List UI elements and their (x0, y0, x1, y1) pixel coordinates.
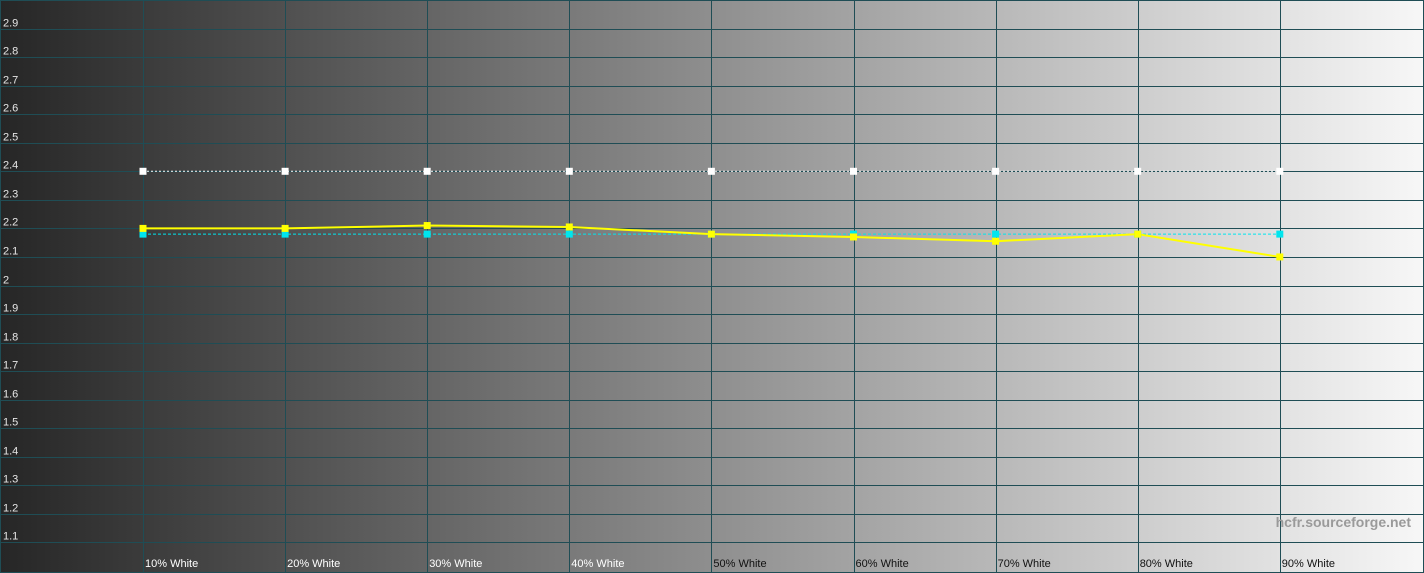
y-tick-label: 1.6 (3, 389, 18, 401)
y-tick-label: 1.5 (3, 417, 18, 429)
y-tick-label: 2.7 (3, 75, 18, 87)
series-marker (423, 167, 431, 175)
series-marker (707, 167, 715, 175)
series-marker (423, 222, 431, 230)
series-marker (423, 230, 431, 238)
y-tick-label: 1.4 (3, 446, 18, 458)
y-tick-label: 2.5 (3, 132, 18, 144)
series-marker (1276, 253, 1284, 261)
x-tick-label: 60% White (856, 558, 909, 570)
series-marker (281, 224, 289, 232)
x-tick-label: 40% White (571, 558, 624, 570)
series-marker (565, 167, 573, 175)
series-marker (1276, 230, 1284, 238)
y-tick-label: 1.9 (3, 303, 18, 315)
series-marker (1134, 230, 1142, 238)
y-tick-label: 2.3 (3, 189, 18, 201)
y-tick-label: 2.6 (3, 103, 18, 115)
y-tick-label: 2.2 (3, 217, 18, 229)
y-tick-label: 1.7 (3, 360, 18, 372)
y-tick-label: 1.8 (3, 332, 18, 344)
series-marker (992, 167, 1000, 175)
series-marker (565, 230, 573, 238)
x-tick-label: 20% White (287, 558, 340, 570)
x-tick-label: 70% White (998, 558, 1051, 570)
y-tick-label: 1.2 (3, 503, 18, 515)
x-tick-label: 80% White (1140, 558, 1193, 570)
series-marker (565, 223, 573, 231)
gamma-chart: 1.1 1.2 1.3 1.4 1.5 1.6 1.7 1.8 1.9 2 2.1 2.2 2.3 2.4… (0, 0, 1424, 573)
chart-svg: 1.1 1.2 1.3 1.4 1.5 1.6 1.7 1.8 1.9 2 2.1 2.2 2.3 2.4… (0, 0, 1424, 573)
y-tick-label: 1.3 (3, 474, 18, 486)
series-marker (281, 167, 289, 175)
y-tick-label: 2.1 (3, 246, 18, 258)
series-marker (139, 224, 147, 232)
series-marker (992, 230, 1000, 238)
series-marker (1134, 167, 1142, 175)
series-marker (139, 167, 147, 175)
y-tick-label: 1.1 (3, 531, 18, 543)
x-tick-labels: 10% White 20% White 30% White 40% White 50% … (145, 558, 1335, 570)
series-marker (992, 237, 1000, 245)
watermark-text: hcfr.sourceforge.net (1276, 514, 1412, 530)
x-tick-label: 90% White (1282, 558, 1335, 570)
x-tick-label: 10% White (145, 558, 198, 570)
series-marker (850, 233, 857, 241)
y-tick-label: 2.8 (3, 46, 18, 58)
y-tick-label: 2 (3, 275, 9, 287)
x-tick-label: 50% White (713, 558, 766, 570)
y-tick-label: 2.9 (3, 18, 18, 30)
series-marker (1276, 167, 1284, 175)
x-tick-label: 30% White (429, 558, 482, 570)
y-tick-label: 2.4 (3, 160, 18, 172)
series-marker (850, 167, 857, 175)
series-marker (707, 230, 715, 238)
